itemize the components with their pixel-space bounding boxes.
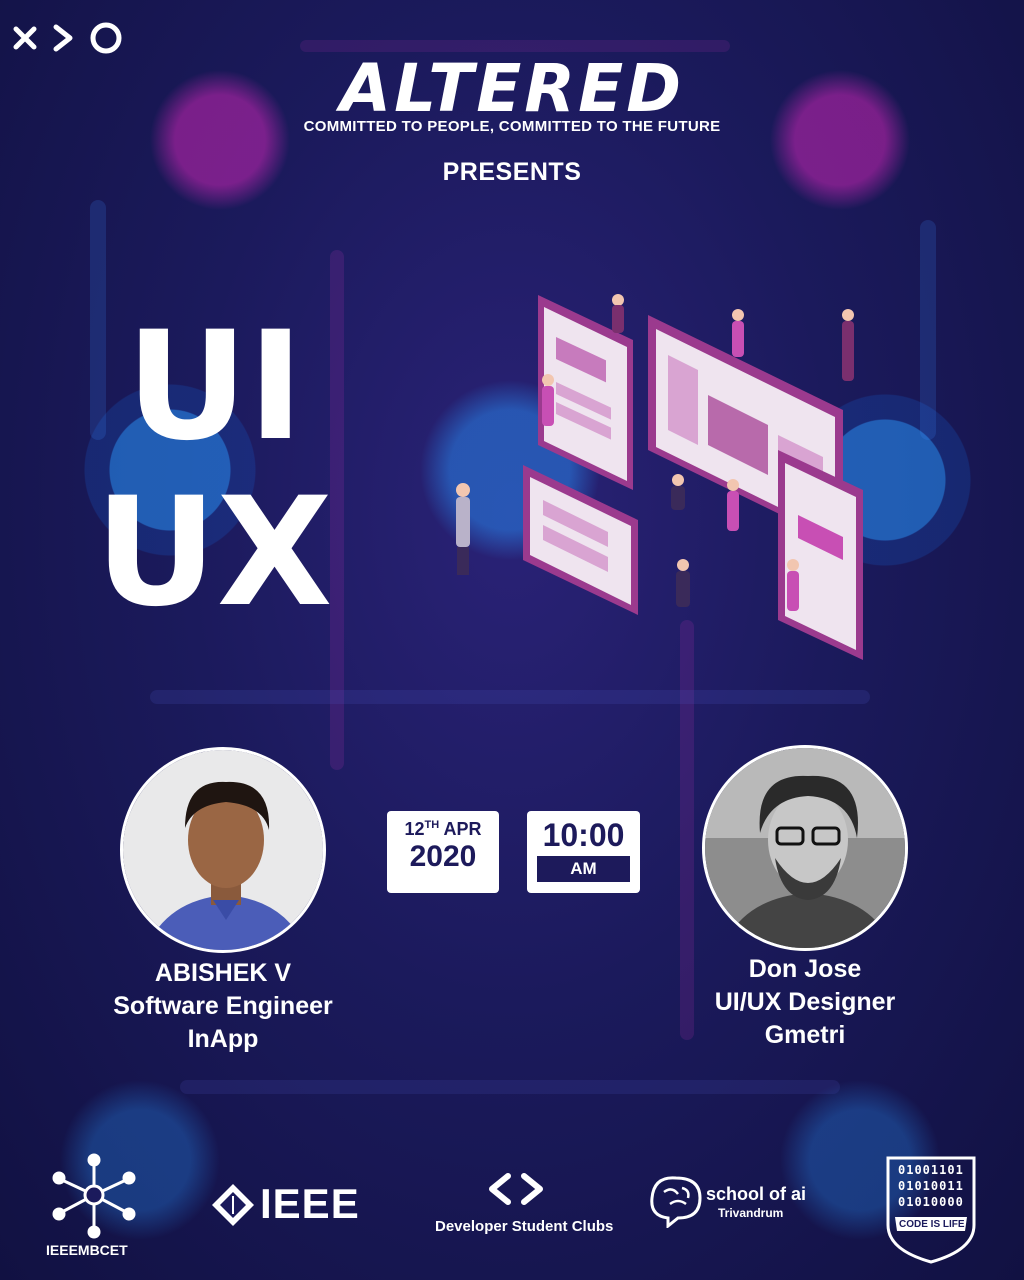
- speaker-info-abishek: ABISHEK V Software Engineer InApp: [70, 957, 376, 1056]
- ieee-diamond-icon: [212, 1184, 254, 1226]
- speaker-portrait-icon: [123, 750, 323, 950]
- sponsor-label-dsc: Developer Student Clubs: [435, 1218, 614, 1235]
- screen-bottom-panel: [523, 465, 638, 615]
- presents-label: PRESENTS: [442, 158, 582, 186]
- dsc-brackets-icon: [489, 1173, 543, 1205]
- sponsor-label-ieee-mbcet: IEEEMBCET: [46, 1242, 128, 1258]
- speaker-role: UI/UX Designer: [714, 988, 896, 1016]
- screen-phone-panel: [778, 450, 863, 660]
- event-year: 2020: [409, 840, 477, 873]
- speaker-name: Don Jose: [748, 955, 862, 983]
- event-time: 10:00: [542, 817, 625, 853]
- binary-line-1: 01001101: [898, 1163, 964, 1177]
- topic-ui: UI: [126, 300, 304, 474]
- sponsor-ieee: IEEE: [210, 1180, 370, 1230]
- sponsor-code-is-life: 01001101 01010011 01010000 CODE IS LIFE: [885, 1155, 977, 1265]
- binary-line-2: 01010011: [898, 1179, 964, 1193]
- event-meridiem: AM: [537, 856, 630, 882]
- event-title: ALTERED: [339, 50, 684, 127]
- sponsor-label-school-of-ai: school of ai: [706, 1184, 807, 1204]
- speaker-portrait-icon: [705, 748, 905, 948]
- ui-ux-team-illustration: [456, 294, 863, 660]
- speaker-info-don: Don Jose UI/UX Designer Gmetri: [650, 953, 960, 1052]
- event-day: 12: [404, 819, 425, 839]
- bg-circuit-line: [180, 1080, 840, 1094]
- event-month: APR: [443, 819, 482, 839]
- sponsor-ieee-mbcet: IEEEMBCET: [44, 1150, 144, 1262]
- speaker-company: InApp: [187, 1025, 259, 1053]
- event-day-suffix: TH: [424, 819, 440, 831]
- topic-ux: UX: [95, 466, 333, 640]
- brain-icon: [650, 1176, 702, 1228]
- bg-circuit-line: [920, 220, 936, 440]
- poster-background: ALTERED COMMITTED TO PEOPLE, COMMITTED T…: [0, 0, 1024, 1280]
- sponsor-label-ieee: IEEE: [260, 1180, 360, 1227]
- speaker-company: Gmetri: [764, 1021, 846, 1049]
- bg-circuit-line: [90, 200, 106, 440]
- speaker-avatar-abishek: [120, 747, 326, 953]
- sponsor-school-of-ai: school of ai Trivandrum: [646, 1172, 816, 1232]
- sponsor-label-trivandrum: Trivandrum: [718, 1206, 784, 1220]
- sponsor-label-code-is-life: CODE IS LIFE: [899, 1219, 965, 1230]
- speaker-name: ABISHEK V: [154, 959, 292, 987]
- event-time-badge: 10:00 AM: [527, 811, 640, 893]
- ieee-mbcet-network-icon: [52, 1153, 136, 1239]
- speaker-avatar-don: [702, 745, 908, 951]
- event-tagline: COMMITTED TO PEOPLE, COMMITTED TO THE FU…: [303, 118, 721, 135]
- event-date-badge: 12TH APR 2020: [387, 811, 499, 893]
- speaker-role: Software Engineer: [113, 992, 333, 1020]
- binary-line-3: 01010000: [898, 1195, 964, 1209]
- event-day-month: 12TH APR: [387, 819, 499, 840]
- bg-circuit-line: [150, 690, 870, 704]
- sponsor-dsc: Developer Student Clubs: [430, 1172, 613, 1242]
